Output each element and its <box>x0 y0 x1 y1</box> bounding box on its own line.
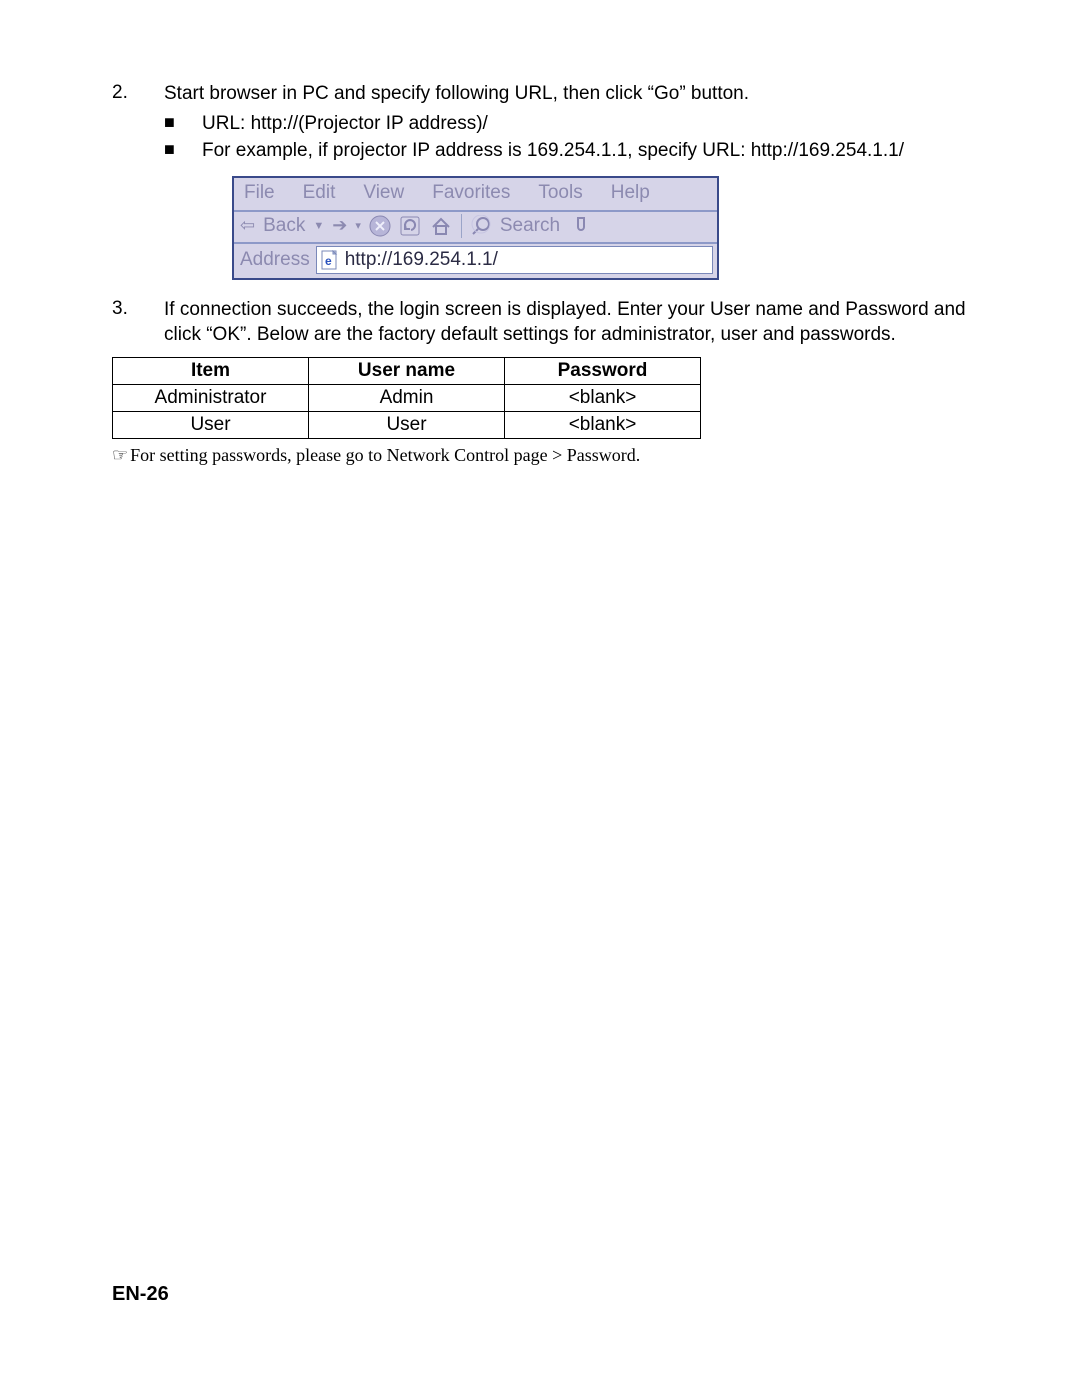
search-button[interactable]: Search <box>500 215 560 237</box>
favorites-icon[interactable] <box>576 215 586 237</box>
td-item: User <box>113 412 309 439</box>
step-2: 2. Start browser in PC and specify follo… <box>112 82 968 164</box>
td-password: <blank> <box>505 412 701 439</box>
td-username: Admin <box>309 385 505 412</box>
browser-toolbar: ⇦ Back ▼ ➔ ▾ Sear <box>234 212 717 244</box>
menu-view[interactable]: View <box>363 182 404 204</box>
forward-dropdown-icon[interactable]: ▾ <box>355 219 361 232</box>
browser-addressbar: Address e http://169.254.1.1/ <box>234 244 717 278</box>
step-number: 3. <box>112 298 164 347</box>
td-password: <blank> <box>505 385 701 412</box>
step-3: 3. If connection succeeds, the login scr… <box>112 298 968 347</box>
ie-page-icon: e <box>321 250 339 270</box>
bullet-text: For example, if projector IP address is … <box>202 138 968 164</box>
table-row: Administrator Admin <blank> <box>113 385 701 412</box>
address-label: Address <box>240 249 310 271</box>
back-arrow-icon[interactable]: ⇦ <box>240 215 255 236</box>
home-icon[interactable] <box>429 215 453 237</box>
bullet-item: ■ URL: http://(Projector IP address)/ <box>164 111 968 137</box>
square-bullet-icon: ■ <box>164 138 202 164</box>
step-text: Start browser in PC and specify followin… <box>164 83 749 104</box>
square-bullet-icon: ■ <box>164 111 202 137</box>
menu-help[interactable]: Help <box>611 182 650 204</box>
browser-screenshot: File Edit View Favorites Tools Help ⇦ Ba… <box>232 176 719 280</box>
pointing-hand-icon: ☞ <box>112 445 128 466</box>
back-button[interactable]: Back <box>263 215 305 237</box>
step-number: 2. <box>112 82 164 164</box>
bullet-item: ■ For example, if projector IP address i… <box>164 138 968 164</box>
menu-favorites[interactable]: Favorites <box>432 182 510 204</box>
credentials-table: Item User name Password Administrator Ad… <box>112 357 701 439</box>
bullet-text: URL: http://(Projector IP address)/ <box>202 111 968 137</box>
stop-icon[interactable] <box>369 215 391 237</box>
step-text: If connection succeeds, the login screen… <box>164 299 966 345</box>
td-username: User <box>309 412 505 439</box>
address-url: http://169.254.1.1/ <box>345 249 498 271</box>
address-field[interactable]: e http://169.254.1.1/ <box>316 246 713 274</box>
svg-text:e: e <box>325 254 332 268</box>
th-username: User name <box>309 358 505 385</box>
toolbar-separator <box>461 214 462 238</box>
footnote-text: For setting passwords, please go to Netw… <box>130 445 640 466</box>
page-number: EN-26 <box>112 1283 169 1306</box>
table-row: User User <blank> <box>113 412 701 439</box>
forward-arrow-icon[interactable]: ➔ <box>332 215 347 236</box>
refresh-icon[interactable] <box>399 215 421 237</box>
back-dropdown-icon[interactable]: ▼ <box>313 220 324 232</box>
th-item: Item <box>113 358 309 385</box>
th-password: Password <box>505 358 701 385</box>
browser-menubar: File Edit View Favorites Tools Help <box>234 178 717 212</box>
footnote: ☞ For setting passwords, please go to Ne… <box>112 445 968 466</box>
search-icon[interactable] <box>470 215 492 237</box>
menu-file[interactable]: File <box>244 182 275 204</box>
td-item: Administrator <box>113 385 309 412</box>
menu-edit[interactable]: Edit <box>303 182 336 204</box>
menu-tools[interactable]: Tools <box>538 182 582 204</box>
